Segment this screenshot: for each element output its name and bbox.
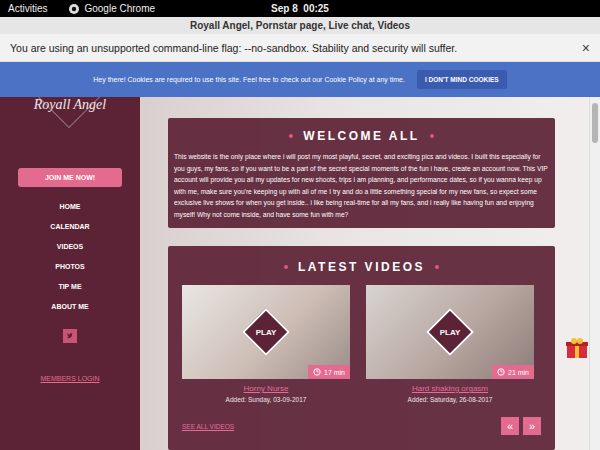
video-title-link[interactable]: Horny Nurse — [244, 384, 289, 393]
see-all-videos-link[interactable]: SEE ALL VIDEOS — [182, 423, 234, 430]
page: Royall Angel JOIN ME NOW! HOMECALENDARVIDE… — [0, 97, 600, 450]
pager-button[interactable]: « — [501, 417, 519, 435]
video-thumbnail[interactable]: PLAY 17 min — [182, 285, 350, 379]
sidebar-item[interactable]: PHOTOS — [55, 256, 84, 276]
cookie-message: Hey there! Cookies are required to use t… — [93, 76, 405, 83]
welcome-card: WELCOME ALL This website is the only plac… — [168, 118, 555, 228]
logo[interactable]: Royall Angel — [0, 97, 140, 161]
info-bar: You are using an unsupported command-lin… — [0, 34, 600, 62]
content: WELCOME ALL This website is the only plac… — [140, 97, 589, 450]
cookie-bar: Hey there! Cookies are required to use t… — [0, 62, 600, 97]
welcome-title: WELCOME ALL — [174, 129, 549, 143]
sidebar-item[interactable]: CALENDAR — [50, 216, 89, 236]
scrollbar[interactable] — [589, 97, 600, 450]
pager-button[interactable]: » — [523, 417, 541, 435]
cookie-accept-button[interactable]: I DON'T MIND COOKIES — [417, 70, 507, 89]
latest-videos-card: LATEST VIDEOS PLAY 17 min Horny Nurse Added:… — [168, 246, 555, 450]
twitter-icon[interactable] — [63, 329, 77, 343]
duration-badge: 17 min — [308, 365, 350, 379]
play-button[interactable]: PLAY — [246, 312, 286, 352]
scrollbar-thumb[interactable] — [592, 103, 598, 143]
duration-badge: 21 min — [492, 365, 534, 379]
video-title-link[interactable]: Hard shaking orgasm — [412, 384, 488, 393]
sidebar-menu: HOMECALENDARVIDEOSPHOTOSTIP MEABOUT ME — [50, 196, 89, 316]
welcome-text: This website is the only place where i w… — [174, 151, 549, 220]
activities-button[interactable]: Activities — [8, 3, 47, 14]
join-button[interactable]: JOIN ME NOW! — [18, 168, 122, 187]
chrome-icon — [69, 4, 79, 14]
video-date: Added: Saturday, 26-08-2017 — [408, 396, 493, 403]
play-button[interactable]: PLAY — [430, 312, 470, 352]
video-date: Added: Sunday, 03-09-2017 — [226, 396, 307, 403]
app-menu[interactable]: Google Chrome — [69, 3, 155, 14]
clock[interactable]: Sep 8 00:25 — [271, 3, 329, 14]
video-thumbnail[interactable]: PLAY 21 min — [366, 285, 534, 379]
videos-title: LATEST VIDEOS — [182, 260, 541, 274]
close-button[interactable]: × — [582, 40, 590, 56]
sidebar: Royall Angel JOIN ME NOW! HOMECALENDARVIDE… — [0, 97, 140, 450]
system-top-bar: Activities Google Chrome Sep 8 00:25 — [0, 0, 600, 17]
sidebar-item[interactable]: HOME — [60, 196, 81, 216]
sidebar-item[interactable]: ABOUT ME — [51, 296, 88, 316]
video-item: PLAY 17 min Horny Nurse Added: Sunday, 03-0… — [182, 285, 350, 403]
info-message: You are using an unsupported command-lin… — [10, 42, 457, 54]
gift-icon[interactable] — [565, 337, 589, 363]
sidebar-item[interactable]: VIDEOS — [57, 236, 83, 256]
clock-icon — [497, 368, 505, 376]
video-item: PLAY 21 min Hard shaking orgasm Added: Satu… — [366, 285, 534, 403]
screen: Activities Google Chrome Sep 8 00:25 Royal… — [0, 0, 600, 450]
clock-icon — [313, 368, 321, 376]
members-login-link[interactable]: MEMBERS LOGIN — [40, 375, 99, 382]
window-title: Royall Angel, Pornstar page, Live chat, … — [0, 17, 600, 34]
sidebar-item[interactable]: TIP ME — [58, 276, 81, 296]
